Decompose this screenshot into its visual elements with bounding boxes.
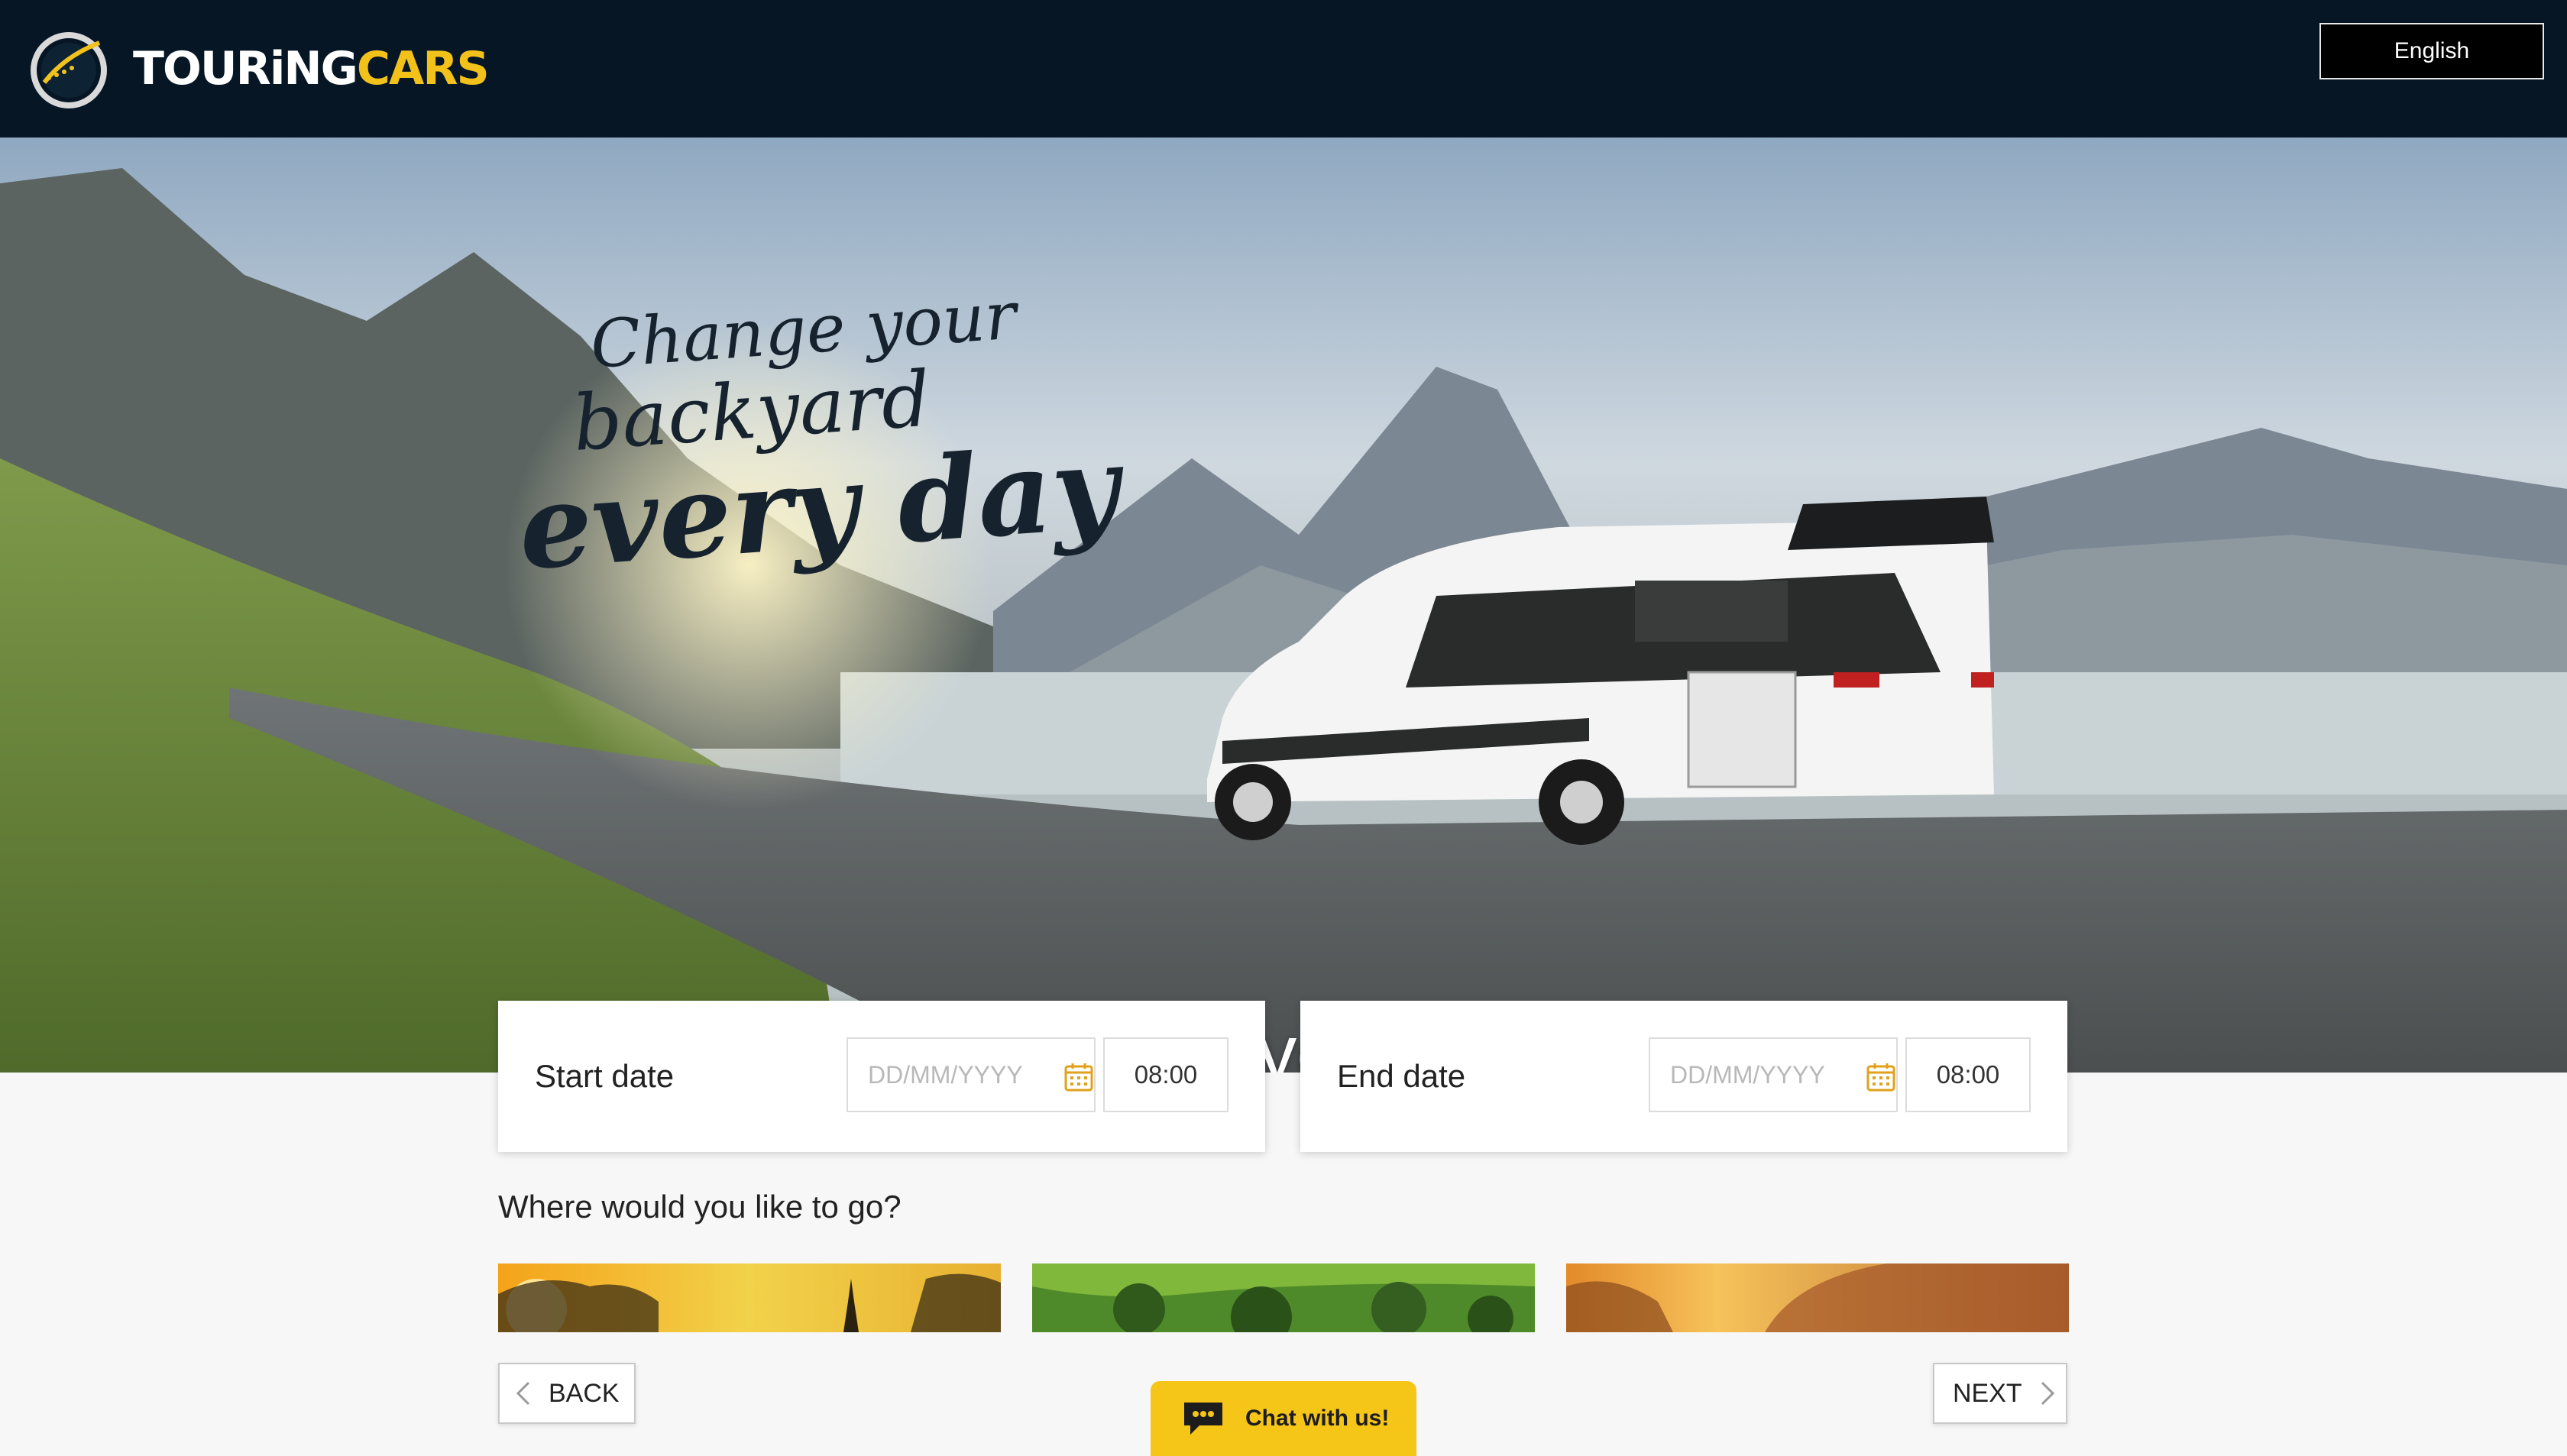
destination-image-1 — [498, 1263, 1001, 1332]
hero-question-heading: When would you like to go? — [798, 1009, 1769, 1073]
end-date-card: End date — [1300, 1001, 2067, 1152]
chat-button[interactable]: Chat with us! — [1151, 1381, 1416, 1456]
start-time-input[interactable] — [1103, 1037, 1228, 1112]
start-date-label: Start date — [535, 1058, 675, 1094]
destination-card-1[interactable] — [498, 1263, 1001, 1332]
destination-image-3 — [1566, 1263, 2069, 1332]
destination-image-2 — [1032, 1263, 1535, 1332]
destination-card-3[interactable] — [1566, 1263, 2069, 1332]
hero-banner: Change your backyard every day When woul… — [0, 138, 2567, 1073]
end-time-input[interactable] — [1905, 1037, 2031, 1112]
destination-card-2[interactable] — [1032, 1263, 1535, 1332]
hero-slogan: Change your backyard every day — [504, 271, 1123, 596]
logo-wordmark[interactable]: TOURiNGCARS — [133, 40, 490, 98]
start-date-input[interactable] — [846, 1037, 1096, 1112]
destination-heading: Where would you like to go? — [498, 1189, 902, 1225]
start-date-card: Start date — [498, 1001, 1265, 1152]
end-date-label: End date — [1337, 1058, 1466, 1094]
logo-text-touring: TOURiNG — [133, 42, 358, 95]
back-button[interactable]: BACK — [498, 1363, 636, 1424]
calendar-icon[interactable] — [1063, 1062, 1094, 1092]
site-header: TOURiNGCARS English — [0, 0, 2567, 138]
hero-background-image — [0, 138, 2567, 1073]
chat-button-label: Chat with us! — [1245, 1406, 1390, 1431]
chevron-right-icon — [2041, 1381, 2054, 1406]
back-button-label: BACK — [549, 1378, 620, 1408]
end-date-input[interactable] — [1649, 1037, 1898, 1112]
calendar-icon[interactable] — [1866, 1062, 1896, 1092]
next-button[interactable]: NEXT — [1933, 1363, 2067, 1424]
chat-bubble-icon — [1184, 1403, 1222, 1435]
chevron-left-icon — [516, 1381, 530, 1406]
next-button-label: NEXT — [1953, 1378, 2022, 1408]
logo-ring-icon[interactable] — [26, 26, 112, 112]
language-select-button[interactable]: English — [2319, 23, 2544, 79]
logo-text-cars: CARS — [356, 42, 490, 95]
